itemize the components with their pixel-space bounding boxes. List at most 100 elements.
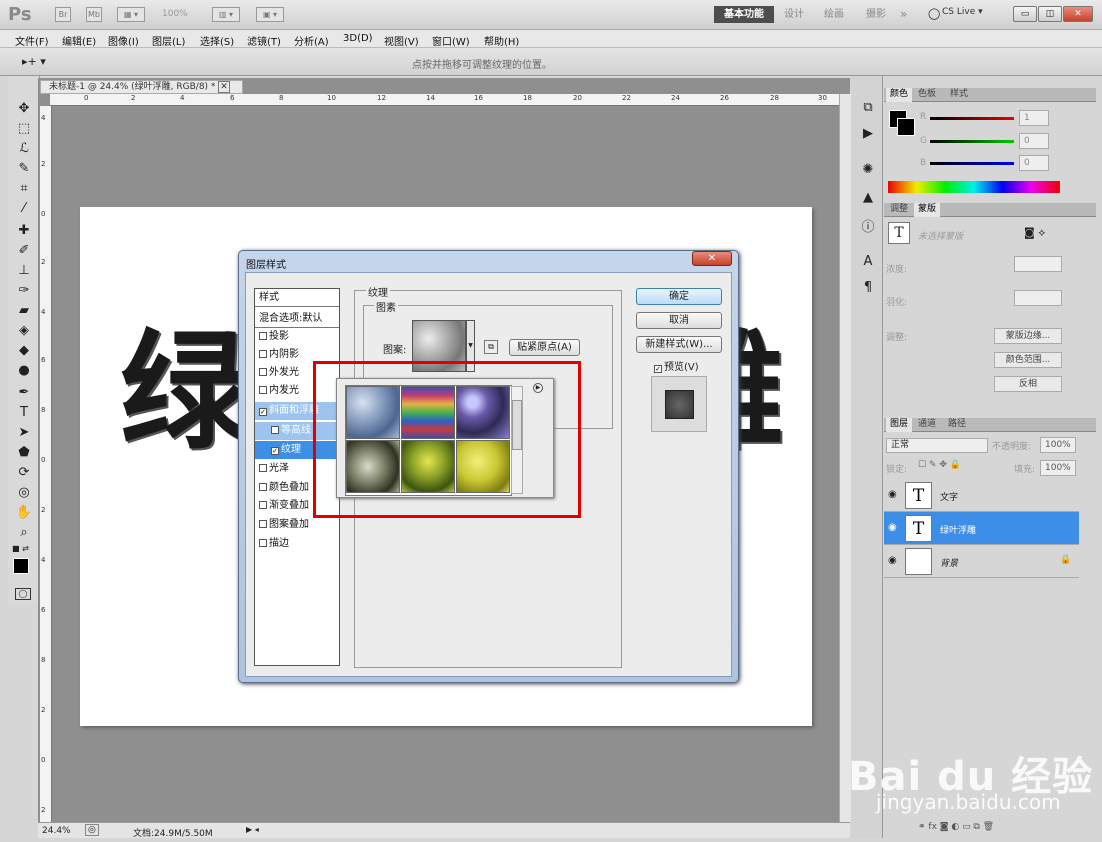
blur-tool-icon[interactable]: ◆ [12, 342, 36, 360]
status-zoom[interactable]: 24.4% [42, 826, 71, 836]
menu-select[interactable]: 选择(S) [200, 33, 234, 48]
styles-header[interactable]: 样式 [255, 289, 339, 307]
red-value[interactable]: 1 [1019, 110, 1049, 126]
preview-checkbox[interactable]: ✓ 预览(V) [654, 358, 699, 373]
checkbox-icon[interactable] [259, 464, 267, 472]
layer-row[interactable]: ◉ 背景 🔒 [884, 545, 1079, 578]
new-preset-icon[interactable]: ⧉ [484, 340, 498, 354]
menu-file[interactable]: 文件(F) [15, 33, 49, 48]
quick-select-tool-icon[interactable]: ✎ [12, 160, 36, 178]
document-tab[interactable]: 未标题-1 @ 24.4% (绿叶浮雕, RGB/8) * ✕ [40, 80, 243, 94]
green-value[interactable]: 0 [1019, 133, 1049, 149]
path-select-tool-icon[interactable]: ➤ [12, 424, 36, 442]
checkbox-icon[interactable] [271, 426, 279, 434]
checkbox-icon[interactable] [259, 520, 267, 528]
cs-live-menu[interactable]: CS Live ▾ [942, 7, 983, 17]
blend-mode-select[interactable]: 正常 [886, 438, 988, 453]
layer-row-selected[interactable]: ◉ T 绿叶浮雕 [884, 512, 1079, 545]
eye-icon[interactable]: ◉ [888, 489, 897, 500]
history-panel-icon[interactable]: ⧉ [858, 100, 878, 118]
tab-swatches[interactable]: 色板 [914, 88, 940, 102]
clone-stamp-tool-icon[interactable]: ⊥ [12, 262, 36, 280]
menu-view[interactable]: 视图(V) [384, 33, 419, 48]
zoom-level[interactable]: 100% [162, 9, 188, 19]
layer-row[interactable]: ◉ T 文字 [884, 479, 1079, 512]
tab-layers[interactable]: 图层 [886, 418, 913, 432]
vertical-scrollbar[interactable] [839, 94, 851, 822]
view-extras-icon[interactable]: ▦ ▾ [117, 7, 145, 22]
cancel-button[interactable]: 取消 [636, 312, 722, 329]
menu-help[interactable]: 帮助(H) [484, 33, 519, 48]
navigator-panel-icon[interactable]: ▲ [858, 190, 878, 208]
eye-icon[interactable]: ◉ [888, 555, 897, 566]
character-panel-icon[interactable]: A [858, 254, 878, 272]
3d-orbit-tool-icon[interactable]: ◎ [12, 484, 36, 502]
dialog-close-button[interactable]: ✕ [692, 251, 732, 266]
menu-image[interactable]: 图像(I) [108, 33, 139, 48]
ok-button[interactable]: 确定 [636, 288, 722, 305]
lasso-tool-icon[interactable]: ℒ [12, 140, 36, 158]
menu-layer[interactable]: 图层(L) [152, 33, 185, 48]
3d-panel-icon[interactable]: ✺ [858, 162, 878, 180]
menu-edit[interactable]: 编辑(E) [62, 33, 96, 48]
arrange-documents-icon[interactable]: ▥ ▾ [212, 7, 240, 22]
style-stroke[interactable]: 描边 [255, 535, 339, 553]
healing-brush-tool-icon[interactable]: ✚ [12, 222, 36, 240]
tab-masks[interactable]: 蒙版 [914, 203, 941, 217]
workspace-photography[interactable]: 摄影 [866, 6, 886, 23]
fill-value[interactable]: 100% [1040, 460, 1076, 476]
opacity-value[interactable]: 100% [1040, 437, 1076, 453]
blending-options[interactable]: 混合选项:默认 [255, 310, 339, 328]
workspace-design[interactable]: 设计 [784, 6, 804, 23]
status-icon[interactable]: ◎ [85, 824, 99, 836]
history-brush-tool-icon[interactable]: ✑ [12, 282, 36, 300]
tab-color[interactable]: 颜色 [886, 88, 913, 102]
move-tool-icon[interactable]: ✥ [12, 100, 36, 118]
add-pixel-mask-icon[interactable]: ◙ ⟡ [1024, 226, 1045, 240]
minimize-button[interactable]: ▭ [1013, 6, 1037, 22]
3d-rotate-tool-icon[interactable]: ⟳ [12, 464, 36, 482]
eyedropper-tool-icon[interactable]: ⁄ [12, 200, 36, 218]
checkbox-icon[interactable] [259, 368, 267, 376]
menu-analysis[interactable]: 分析(A) [294, 33, 329, 48]
workspace-essentials[interactable]: 基本功能 [714, 6, 774, 23]
actions-panel-icon[interactable]: ▶ [858, 126, 878, 144]
brush-tool-icon[interactable]: ✐ [12, 242, 36, 260]
checkbox-icon[interactable] [259, 386, 267, 394]
dodge-tool-icon[interactable]: ● [12, 362, 36, 380]
style-drop-shadow[interactable]: 投影 [255, 328, 339, 346]
hand-tool-icon[interactable]: ✋ [12, 504, 36, 522]
menu-3d[interactable]: 3D(D) [343, 33, 373, 44]
quick-mask-icon[interactable]: ◯ [15, 588, 31, 600]
blue-slider[interactable] [930, 162, 1014, 165]
eye-icon[interactable]: ◉ [888, 522, 897, 533]
move-tool-preset-icon[interactable]: ▸+ ▾ [22, 55, 46, 68]
density-value[interactable] [1014, 256, 1062, 272]
more-workspaces-button[interactable]: » [900, 6, 907, 23]
eraser-tool-icon[interactable]: ▰ [12, 302, 36, 320]
style-pattern-overlay[interactable]: 图案叠加 [255, 516, 339, 534]
layers-footer-icons[interactable]: ⚭ fx ◙ ◐ ▭ ⧉ 🗑 [918, 822, 994, 832]
tab-adjustments[interactable]: 调整 [886, 203, 912, 217]
tab-styles[interactable]: 样式 [946, 88, 972, 102]
checkbox-icon[interactable] [259, 483, 267, 491]
checkbox-checked-icon[interactable]: ✓ [259, 408, 267, 416]
tab-paths[interactable]: 路径 [944, 418, 970, 432]
type-tool-icon[interactable]: T [12, 404, 36, 422]
window-close-button[interactable]: ✕ [1063, 6, 1093, 22]
checkbox-checked-icon[interactable]: ✓ [271, 447, 279, 455]
workspace-painting[interactable]: 绘画 [824, 6, 844, 23]
green-slider[interactable] [930, 140, 1014, 143]
menu-filter[interactable]: 滤镜(T) [247, 33, 281, 48]
marquee-tool-icon[interactable]: ⬚ [12, 120, 36, 138]
blue-value[interactable]: 0 [1019, 155, 1049, 171]
paint-bucket-tool-icon[interactable]: ◈ [12, 322, 36, 340]
crop-tool-icon[interactable]: ⌗ [12, 180, 36, 198]
checkbox-icon[interactable] [259, 539, 267, 547]
mask-edge-button[interactable]: 蒙版边缘... [994, 328, 1062, 344]
bg-color-chip[interactable] [897, 118, 915, 136]
foreground-color-swatch[interactable] [13, 558, 29, 574]
checkbox-icon[interactable] [259, 332, 267, 340]
feather-value[interactable] [1014, 290, 1062, 306]
checkbox-icon[interactable] [259, 501, 267, 509]
